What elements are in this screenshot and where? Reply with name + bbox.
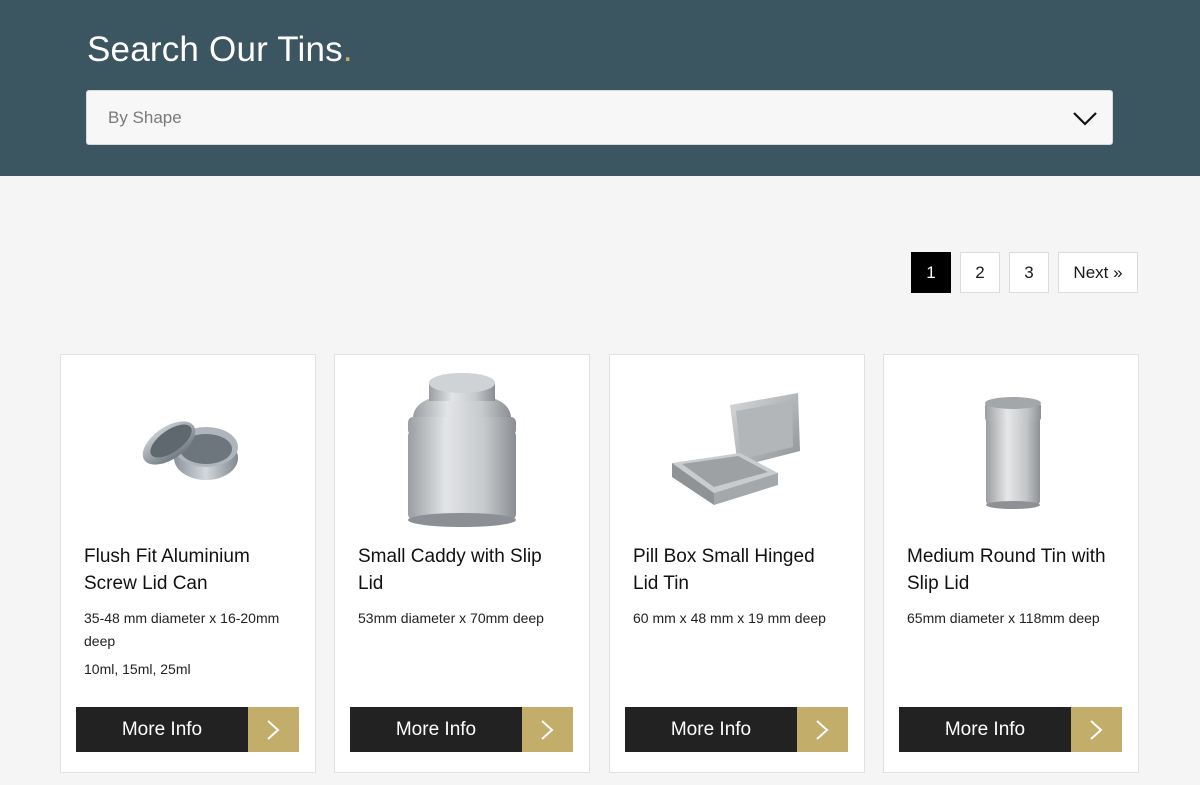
product-card: Small Caddy with Slip Lid 53mm diameter … <box>334 354 590 773</box>
more-info-button[interactable]: More Info <box>899 707 1122 752</box>
product-image-pill-box <box>672 393 800 505</box>
shape-filter-select[interactable]: By Shape <box>86 90 1113 145</box>
arrow-box <box>1071 707 1122 752</box>
product-sizes: 10ml, 15ml, 25ml <box>84 661 191 677</box>
chevron-right-icon <box>1090 720 1103 740</box>
chevron-right-icon <box>541 720 554 740</box>
product-dimensions: 35-48 mm diameter x 16-20mm deep <box>84 610 280 649</box>
product-image-small-caddy <box>408 373 516 527</box>
search-header: Search Our Tins. By Shape <box>0 0 1200 176</box>
shape-filter-value: By Shape <box>108 108 182 127</box>
chevron-right-icon <box>816 720 829 740</box>
more-info-label: More Info <box>350 707 522 752</box>
chevron-right-icon <box>267 720 280 740</box>
product-title: Medium Round Tin with Slip Lid <box>907 546 1106 594</box>
product-card: Medium Round Tin with Slip Lid 65mm diam… <box>883 354 1139 773</box>
page-title-text: Search Our Tins <box>87 30 343 69</box>
product-title: Flush Fit Aluminium Screw Lid Can <box>84 546 250 594</box>
more-info-button[interactable]: More Info <box>350 707 573 752</box>
more-info-label: More Info <box>76 707 248 752</box>
product-dimensions: 53mm diameter x 70mm deep <box>358 610 544 626</box>
more-info-label: More Info <box>625 707 797 752</box>
product-dimensions: 65mm diameter x 118mm deep <box>907 610 1100 626</box>
next-page-link[interactable]: Next » <box>1058 252 1138 293</box>
product-title: Pill Box Small Hinged Lid Tin <box>633 546 815 594</box>
arrow-box <box>522 707 573 752</box>
arrow-box <box>248 707 299 752</box>
page-1-link[interactable]: 1 <box>911 252 951 293</box>
page-3-link[interactable]: 3 <box>1009 252 1049 293</box>
arrow-box <box>797 707 848 752</box>
product-card: Flush Fit Aluminium Screw Lid Can 35-48 … <box>60 354 316 773</box>
product-image-screw-lid-can <box>142 421 238 480</box>
product-card: Pill Box Small Hinged Lid Tin 60 mm x 48… <box>609 354 865 773</box>
chevron-down-icon <box>1073 112 1097 126</box>
product-dimensions: 60 mm x 48 mm x 19 mm deep <box>633 610 826 626</box>
more-info-label: More Info <box>899 707 1071 752</box>
product-image-medium-round-tin <box>985 397 1041 509</box>
pagination: 1 2 3 Next » <box>0 252 1200 293</box>
page-2-link[interactable]: 2 <box>960 252 1000 293</box>
more-info-button[interactable]: More Info <box>76 707 299 752</box>
title-dot: . <box>342 30 353 69</box>
more-info-button[interactable]: More Info <box>625 707 848 752</box>
product-title: Small Caddy with Slip Lid <box>358 546 542 594</box>
page-title: Search Our Tins. <box>87 30 353 70</box>
